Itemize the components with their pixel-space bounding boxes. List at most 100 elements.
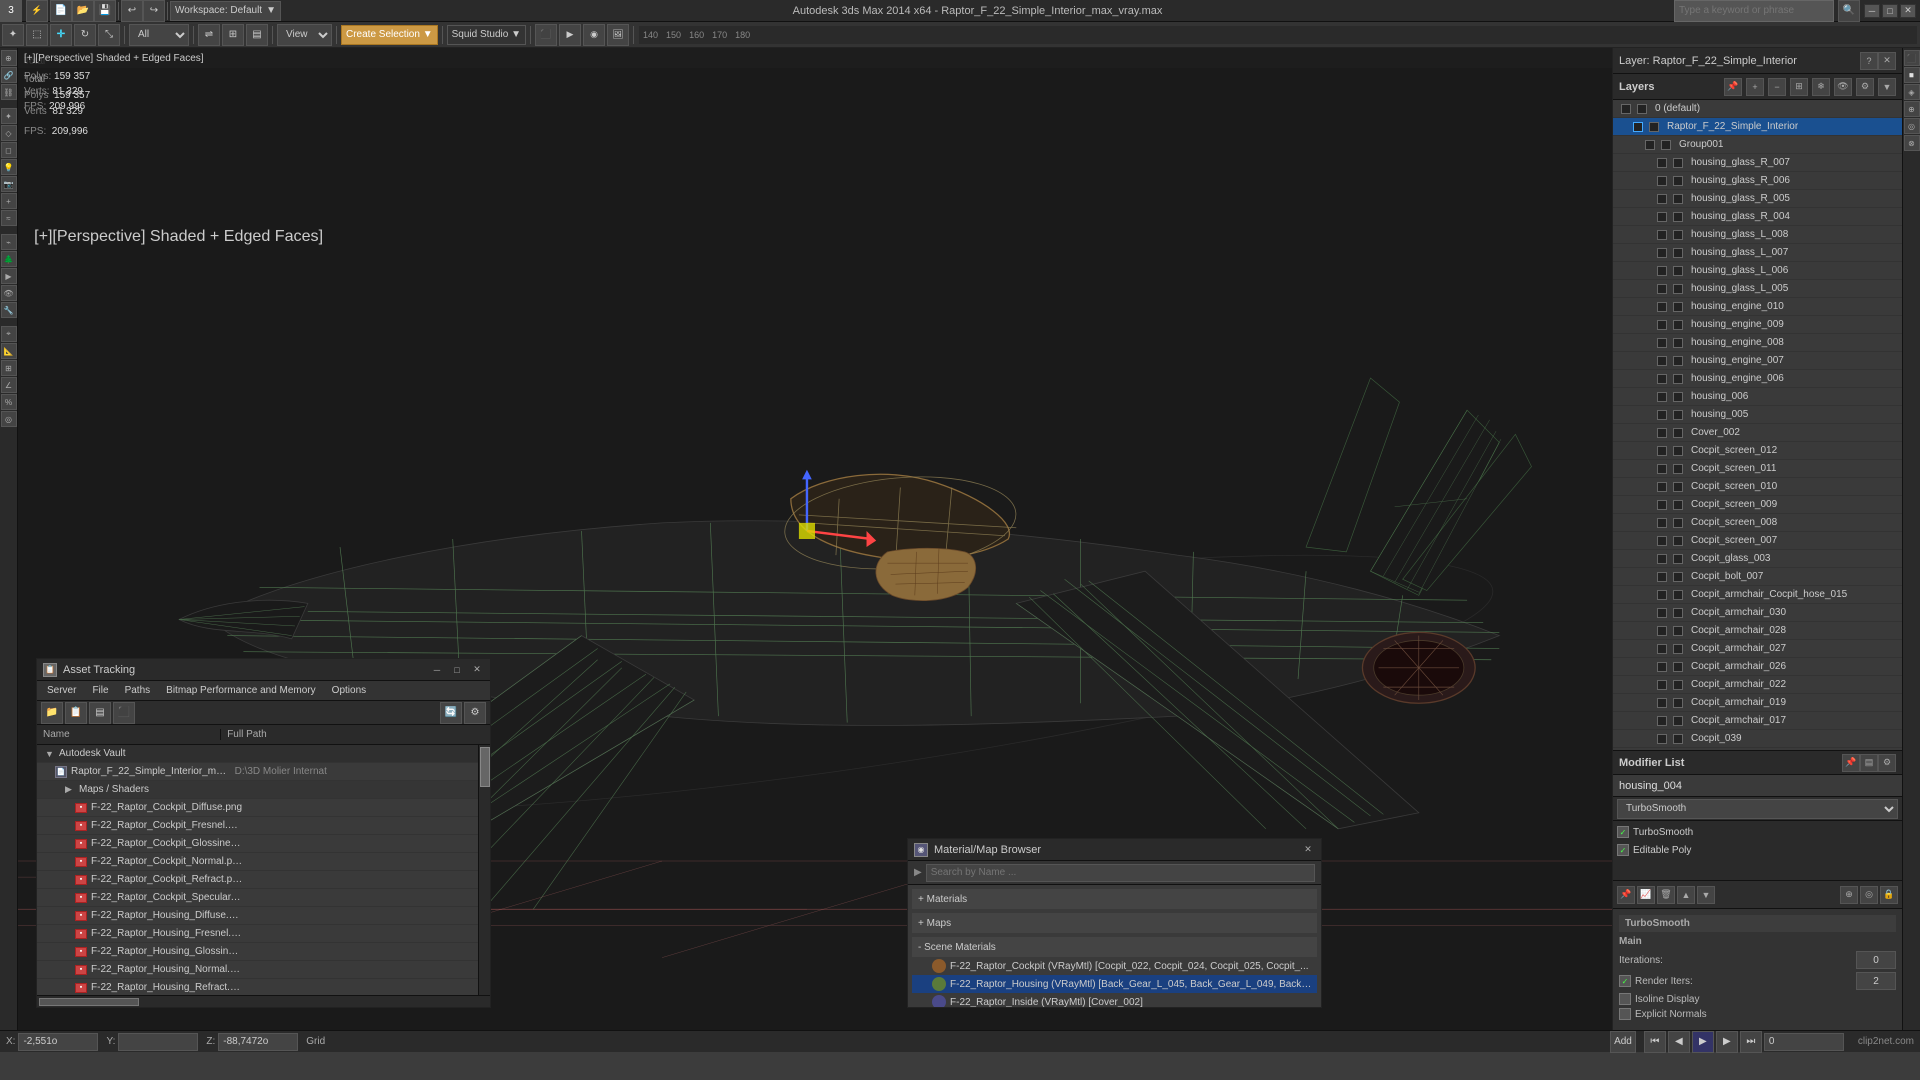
maximize-btn[interactable]: □ [1882,4,1898,18]
at-menu-server[interactable]: Server [41,685,82,696]
at-close-btn[interactable]: ✕ [470,663,484,677]
layer-item[interactable]: Cocpit_screen_009 [1613,496,1902,514]
layers-freeze-btn[interactable]: ❄ [1812,78,1830,96]
lt-lights[interactable]: 💡 [1,159,17,175]
mb-close-btn[interactable]: ✕ [1301,843,1315,857]
lt-spacewarps[interactable]: ≈ [1,210,17,226]
lt-link[interactable]: 🔗 [1,67,17,83]
at-settings-btn[interactable]: ⚙ [464,702,486,724]
mod-show-end-btn[interactable]: ⊕ [1840,886,1858,904]
layer-item[interactable]: Cocpit_armchair_022 [1613,676,1902,694]
layer-item[interactable]: housing_006 [1613,388,1902,406]
lt-select[interactable]: ⊕ [1,50,17,66]
fr-btn2[interactable]: ◽ [1904,67,1920,83]
at-tb-btn1[interactable]: 📁 [41,702,63,724]
anim-prev-key[interactable]: ⏮ [1644,1031,1666,1053]
rotate-btn[interactable]: ↻ [74,24,96,46]
lt-create[interactable]: ✦ [1,108,17,124]
at-titlebar[interactable]: 📋 Asset Tracking ─ □ ✕ [37,659,490,681]
lt-utilities[interactable]: 🔧 [1,302,17,318]
frame-input[interactable] [1764,1033,1844,1051]
layer-item[interactable]: Cocpit_armchair_019 [1613,694,1902,712]
align-btn[interactable]: ⊞ [222,24,244,46]
new-btn[interactable]: 📄 [50,0,72,22]
layer-item[interactable]: Cocpit_screen_010 [1613,478,1902,496]
layer-item[interactable]: housing_glass_R_005 [1613,190,1902,208]
layer-item[interactable]: 0 (default) [1613,100,1902,118]
save-btn[interactable]: 💾 [94,0,116,22]
mod-epoly-checkbox[interactable]: ✓ [1617,844,1629,856]
select-object-btn[interactable]: ✦ [2,24,24,46]
layer-item[interactable]: Cocpit_armchair_Cocpit_hose_015 [1613,586,1902,604]
at-menu-paths[interactable]: Paths [119,685,157,696]
lt-motion[interactable]: ▶ [1,268,17,284]
layer-item[interactable]: housing_glass_L_007 [1613,244,1902,262]
layers-del-btn[interactable]: − [1768,78,1786,96]
layer-item[interactable]: Cover_002 [1613,424,1902,442]
at-minimize-btn[interactable]: ─ [430,663,444,677]
layer-item[interactable]: Cocpit_glass_003 [1613,550,1902,568]
explicit-normals-checkbox[interactable] [1619,1008,1631,1020]
lt-bind[interactable]: ⛓ [1,84,17,100]
lt-coord[interactable]: 📐 [1,343,17,359]
anim-next[interactable]: ▶ [1716,1031,1738,1053]
layer-item[interactable]: housing_engine_006 [1613,370,1902,388]
mod-turbosmooth-checkbox[interactable]: ✓ [1617,826,1629,838]
open-btn[interactable]: 📂 [72,0,94,22]
mod-pin-btn[interactable]: 📌 [1842,754,1860,772]
search-btn[interactable]: 🔍 [1838,0,1860,22]
mod-item-turbosmooth[interactable]: ✓ TurboSmooth [1615,823,1900,841]
layer-item[interactable]: Cocpit_armchair_017 [1613,712,1902,730]
mod-show-mid-btn[interactable]: ◎ [1860,886,1878,904]
fr-btn4[interactable]: ⊕ [1904,101,1920,117]
at-list-item[interactable]: ▪ F-22_Raptor_Cockpit_Specular.png [37,889,478,907]
at-hscrollbar[interactable] [37,995,490,1007]
mb-item-cockpit[interactable]: F-22_Raptor_Cockpit (VRayMtl) [Cocpit_02… [912,957,1317,975]
layer-item[interactable]: Cocpit_armchair_027 [1613,640,1902,658]
at-tb-btn2[interactable]: 📋 [65,702,87,724]
lt-hierarchy[interactable]: 🌲 [1,251,17,267]
at-list-item[interactable]: ▪ F-22_Raptor_Cockpit_Fresnel.png [37,817,478,835]
mb-item-housing[interactable]: F-22_Raptor_Housing (VRayMtl) [Back_Gear… [912,975,1317,993]
at-list-item[interactable]: ▪ F-22_Raptor_Housing_Fresnel.png [37,925,478,943]
lt-helpers[interactable]: + [1,193,17,209]
layer-item[interactable]: housing_glass_L_005 [1613,280,1902,298]
render-iters-checkbox[interactable]: ✓ [1619,975,1631,987]
at-list-item[interactable]: ▪ F-22_Raptor_Cockpit_Normal.png [37,853,478,871]
mod-up-btn[interactable]: ▲ [1677,886,1695,904]
mb-scene-header[interactable]: - Scene Materials [912,937,1317,957]
layer-item[interactable]: Cocpit_armchair_028 [1613,622,1902,640]
at-maximize-btn[interactable]: □ [450,663,464,677]
lt-modify[interactable]: ⌁ [1,234,17,250]
quick-access[interactable]: ⚡ [26,0,48,22]
render-iters-value[interactable]: 2 [1856,972,1896,990]
at-list-item[interactable]: ▪ F-22_Raptor_Housing_Diffuse.png [37,907,478,925]
mod-list-btn[interactable]: ▤ [1860,754,1878,772]
lt-angle[interactable]: ∠ [1,377,17,393]
layer-item[interactable]: housing_engine_007 [1613,352,1902,370]
lt-geom[interactable]: ◇ [1,125,17,141]
fr-btn1[interactable]: ⬛ [1904,50,1920,66]
lt-cameras[interactable]: 📷 [1,176,17,192]
at-list-item[interactable]: ▪ F-22_Raptor_Housing_Glossiness.png [37,943,478,961]
material-editor-btn[interactable]: ◉ [583,24,605,46]
mod-graph-btn[interactable]: 📈 [1637,886,1655,904]
isoline-checkbox[interactable] [1619,993,1631,1005]
at-scrollbar[interactable] [478,745,490,995]
mod-pin2-btn[interactable]: 📌 [1617,886,1635,904]
render-frame-btn[interactable]: 🖼 [607,24,629,46]
mirror-btn[interactable]: ⇌ [198,24,220,46]
keyword-search[interactable] [1674,0,1834,22]
at-list-item[interactable]: ▪ F-22_Raptor_Cockpit_Diffuse.png [37,799,478,817]
mb-item-inside[interactable]: F-22_Raptor_Inside (VRayMtl) [Cover_002] [912,993,1317,1007]
iterations-value[interactable]: 0 [1856,951,1896,969]
layer-item[interactable]: housing_glass_R_006 [1613,172,1902,190]
add-time-btn[interactable]: Add [1610,1031,1636,1053]
workspace-dropdown[interactable]: Workspace: Default ▼ [170,1,281,21]
layer-info-btn[interactable]: ? [1860,52,1878,70]
reference-coord-dropdown[interactable]: All Local [129,24,189,46]
layer-item[interactable]: Cocpit_screen_011 [1613,460,1902,478]
mb-search-input[interactable] [926,864,1315,882]
at-tb-btn3[interactable]: ▤ [89,702,111,724]
at-menu-options[interactable]: Options [326,685,372,696]
